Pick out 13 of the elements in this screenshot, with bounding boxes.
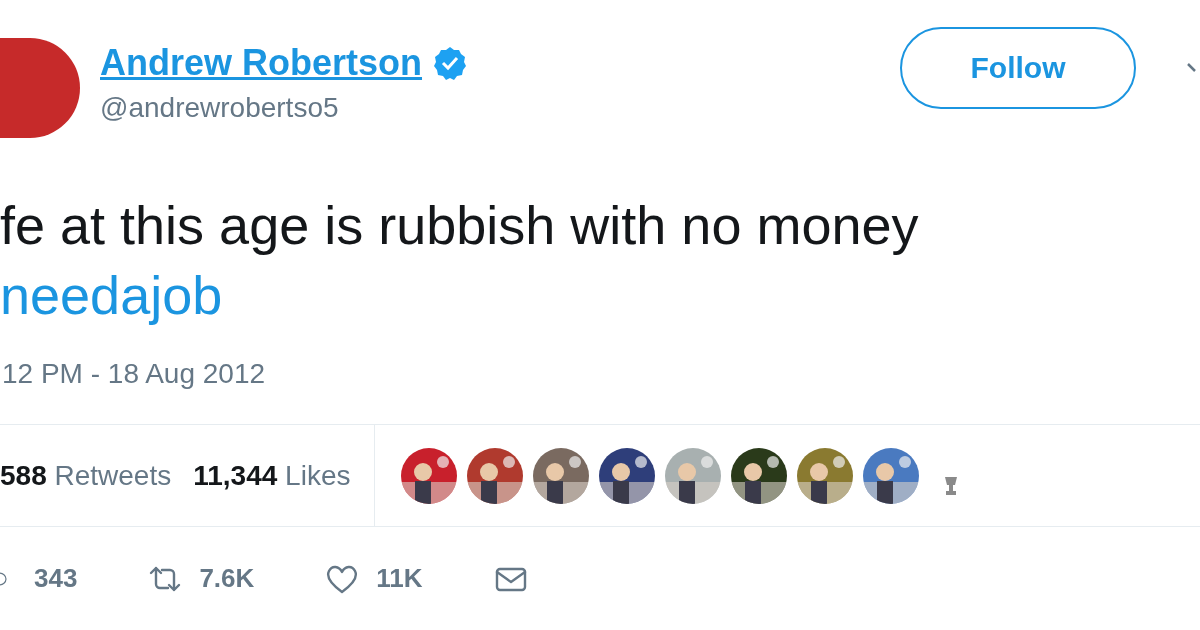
action-count: 7.6K — [199, 563, 255, 595]
stat-count[interactable]: 588 Retweets — [0, 459, 172, 492]
stat-count[interactable]: 11,344 Likes — [193, 459, 351, 492]
author-name[interactable]: Andrew Robertson — [100, 42, 422, 85]
tweet-text: fe at this age is rubbish with no money — [0, 194, 920, 258]
hashtag-link[interactable]: needajob — [0, 260, 223, 331]
timestamp: 12 PM - 18 Aug 2012 — [1, 358, 267, 391]
action-count: 343 — [34, 563, 78, 595]
action-count: 11K — [376, 563, 423, 595]
follow-button[interactable]: Follow — [900, 27, 1136, 110]
avatar[interactable] — [0, 38, 80, 139]
user-handle: @andrewrobertso5 — [100, 92, 340, 125]
trophy-icon — [943, 474, 960, 497]
